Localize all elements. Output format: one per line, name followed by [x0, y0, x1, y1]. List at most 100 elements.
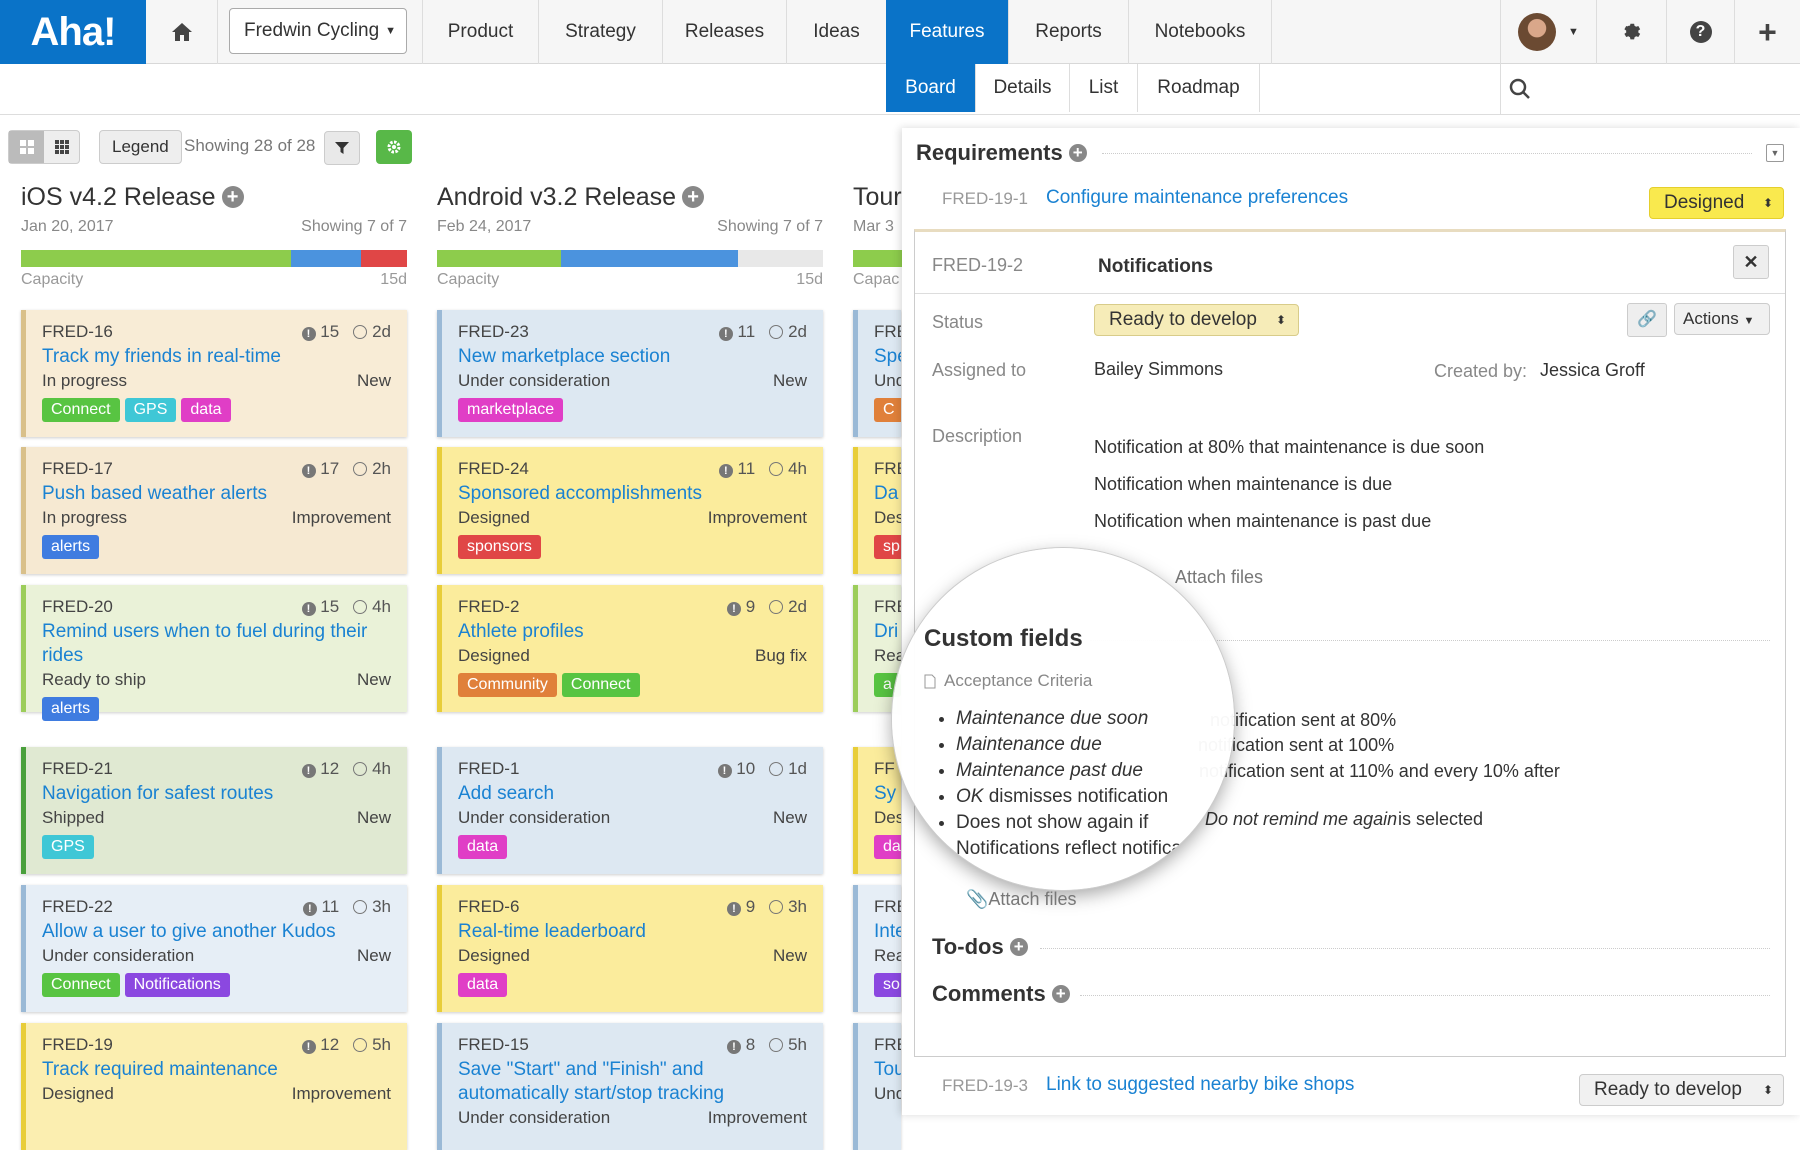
release-title[interactable]: Android v3.2 Release [437, 183, 676, 212]
add-requirement-icon[interactable]: + [1068, 144, 1087, 162]
release-title[interactable]: Tour [853, 183, 902, 212]
tag[interactable]: sponsors [458, 535, 541, 559]
nav-ideas[interactable]: Ideas [786, 0, 886, 64]
requirement-link[interactable]: Link to suggested nearby bike shops [1046, 1074, 1354, 1096]
feature-title[interactable]: Sponsored accomplishments [458, 482, 807, 506]
assigned-value[interactable]: Bailey Simmons [1094, 359, 1223, 380]
tag[interactable]: data [458, 973, 508, 997]
collapse-icon[interactable]: ▼ [1766, 144, 1784, 162]
feature-card[interactable]: FRED-6! 9 3h Real-time leaderboard Designe… [437, 885, 823, 1012]
feature-card[interactable]: FRED-19! 12 5h Track required maintenance… [21, 1023, 407, 1150]
detail-title[interactable]: Notifications [1098, 256, 1213, 278]
feature-status: Des [874, 508, 901, 527]
workspace-selector[interactable]: Fredwin Cycling ▼ [229, 8, 407, 54]
add-feature-icon[interactable]: + [682, 186, 705, 208]
attach-files-link-2[interactable]: 📎Attach files [966, 889, 1076, 910]
feature-title[interactable]: New marketplace section [458, 345, 807, 369]
status-select[interactable]: Ready to develop ⬍ [1094, 304, 1299, 336]
feature-card[interactable]: FRED-24! 11 4h Sponsored accomplishments D… [437, 447, 823, 574]
feature-card[interactable]: FRE Da Des sp [853, 447, 901, 574]
feature-card[interactable]: FRED-22! 11 3h Allow a user to give anoth… [21, 885, 407, 1012]
feature-title[interactable]: Navigation for safest routes [42, 782, 391, 806]
feature-title[interactable]: Dri [874, 620, 901, 644]
legend-button[interactable]: Legend [99, 130, 182, 164]
add-todo-icon[interactable]: + [1009, 938, 1028, 956]
feature-title[interactable]: Athlete profiles [458, 620, 807, 644]
feature-card[interactable]: FRED-15! 8 5h Save "Start" and "Finish" a… [437, 1023, 823, 1150]
feature-card[interactable]: FRE Spe Und C [853, 310, 901, 437]
feature-title[interactable]: Inte [874, 920, 901, 944]
search-button[interactable] [1500, 64, 1800, 114]
feature-title[interactable]: Add search [458, 782, 807, 806]
tag[interactable]: so [874, 973, 901, 997]
feature-card[interactable]: FRED-2! 9 2d Athlete profiles Designed Bug … [437, 585, 823, 712]
tag[interactable]: Connect [42, 973, 120, 997]
feature-title[interactable]: Remind users when to fuel during their r… [42, 620, 391, 668]
nav-releases[interactable]: Releases [662, 0, 786, 64]
add-button[interactable]: + [1734, 0, 1800, 64]
tag[interactable]: Notifications [124, 973, 230, 997]
feature-title[interactable]: Real-time leaderboard [458, 920, 807, 944]
add-comment-icon[interactable]: + [1051, 985, 1070, 1003]
grid-large-icon[interactable] [9, 131, 44, 163]
tag[interactable]: Connect [42, 398, 120, 422]
feature-title[interactable]: Save "Start" and "Finish" and automatica… [458, 1058, 807, 1106]
nav-features[interactable]: Features [886, 0, 1008, 64]
tab-details[interactable]: Details [976, 64, 1070, 112]
feature-card[interactable]: FRE Tou Und [853, 1023, 901, 1150]
tag[interactable]: GPS [124, 398, 177, 422]
tag[interactable]: Community [458, 673, 557, 697]
feature-title[interactable]: Push based weather alerts [42, 482, 391, 506]
release-title[interactable]: iOS v4.2 Release [21, 183, 216, 212]
close-button[interactable]: ✕ [1733, 245, 1769, 279]
tab-board[interactable]: Board [886, 64, 976, 112]
user-menu[interactable]: ▼ [1500, 0, 1596, 64]
tag[interactable]: alerts [42, 535, 100, 559]
tag[interactable]: da [874, 835, 901, 859]
feature-title[interactable]: Tou [874, 1058, 901, 1082]
actions-button[interactable]: Actions ▼ [1674, 303, 1770, 335]
attach-files-link[interactable]: Attach files [1175, 567, 1263, 588]
nav-strategy[interactable]: Strategy [538, 0, 662, 64]
tag[interactable]: sp [874, 535, 901, 559]
requirement-status-select[interactable]: Ready to develop ⬍ [1579, 1074, 1784, 1106]
feature-title[interactable]: Da [874, 482, 901, 506]
tag[interactable]: marketplace [458, 398, 564, 422]
tag[interactable]: data [458, 835, 508, 859]
feature-title[interactable]: Track my friends in real-time [42, 345, 391, 369]
feature-card[interactable]: FRED-17! 17 2h Push based weather alerts I… [21, 447, 407, 574]
feature-title[interactable]: Sy [874, 782, 901, 806]
feature-card[interactable]: FRED-21! 12 4h Navigation for safest rout… [21, 747, 407, 874]
feature-card[interactable]: FRED-20! 15 4h Remind users when to fuel … [21, 585, 407, 721]
nav-notebooks[interactable]: Notebooks [1128, 0, 1272, 64]
feature-card[interactable]: FRED-1! 10 1d Add search Under considerati… [437, 747, 823, 874]
requirement-link[interactable]: Configure maintenance preferences [1046, 187, 1348, 209]
feature-title[interactable]: Allow a user to give another Kudos [42, 920, 391, 944]
filter-button[interactable] [324, 131, 360, 165]
aha-logo[interactable]: Aha! [0, 0, 146, 64]
tag[interactable]: Connect [561, 673, 640, 697]
settings-button[interactable] [1596, 0, 1666, 64]
help-button[interactable]: ? [1666, 0, 1734, 64]
feature-title[interactable]: Spe [874, 345, 901, 369]
feature-card[interactable]: FRED-16! 15 2d Track my friends in real-t… [21, 310, 407, 437]
tag[interactable]: data [181, 398, 231, 422]
tag[interactable]: GPS [42, 835, 94, 859]
link-button[interactable]: 🔗 [1627, 303, 1667, 337]
feature-card[interactable]: FRE Inte Rea so [853, 885, 901, 1012]
feature-card[interactable]: FRED-23! 11 2d New marketplace section Und… [437, 310, 823, 437]
tag[interactable]: alerts [42, 697, 100, 721]
tab-list[interactable]: List [1070, 64, 1138, 112]
feature-title[interactable]: Track required maintenance [42, 1058, 391, 1082]
tab-roadmap[interactable]: Roadmap [1138, 64, 1260, 112]
home-button[interactable] [146, 0, 218, 64]
board-settings-button[interactable] [376, 130, 412, 164]
grid-small-icon[interactable] [44, 131, 79, 163]
view-toggle[interactable] [8, 130, 80, 164]
nav-product[interactable]: Product [422, 0, 538, 64]
tag[interactable]: C [874, 398, 901, 422]
nav-reports[interactable]: Reports [1008, 0, 1128, 64]
requirement-status-select[interactable]: Designed ⬍ [1649, 187, 1784, 219]
feature-card[interactable]: FF Sy Des da [853, 747, 901, 874]
add-feature-icon[interactable]: + [221, 186, 244, 208]
